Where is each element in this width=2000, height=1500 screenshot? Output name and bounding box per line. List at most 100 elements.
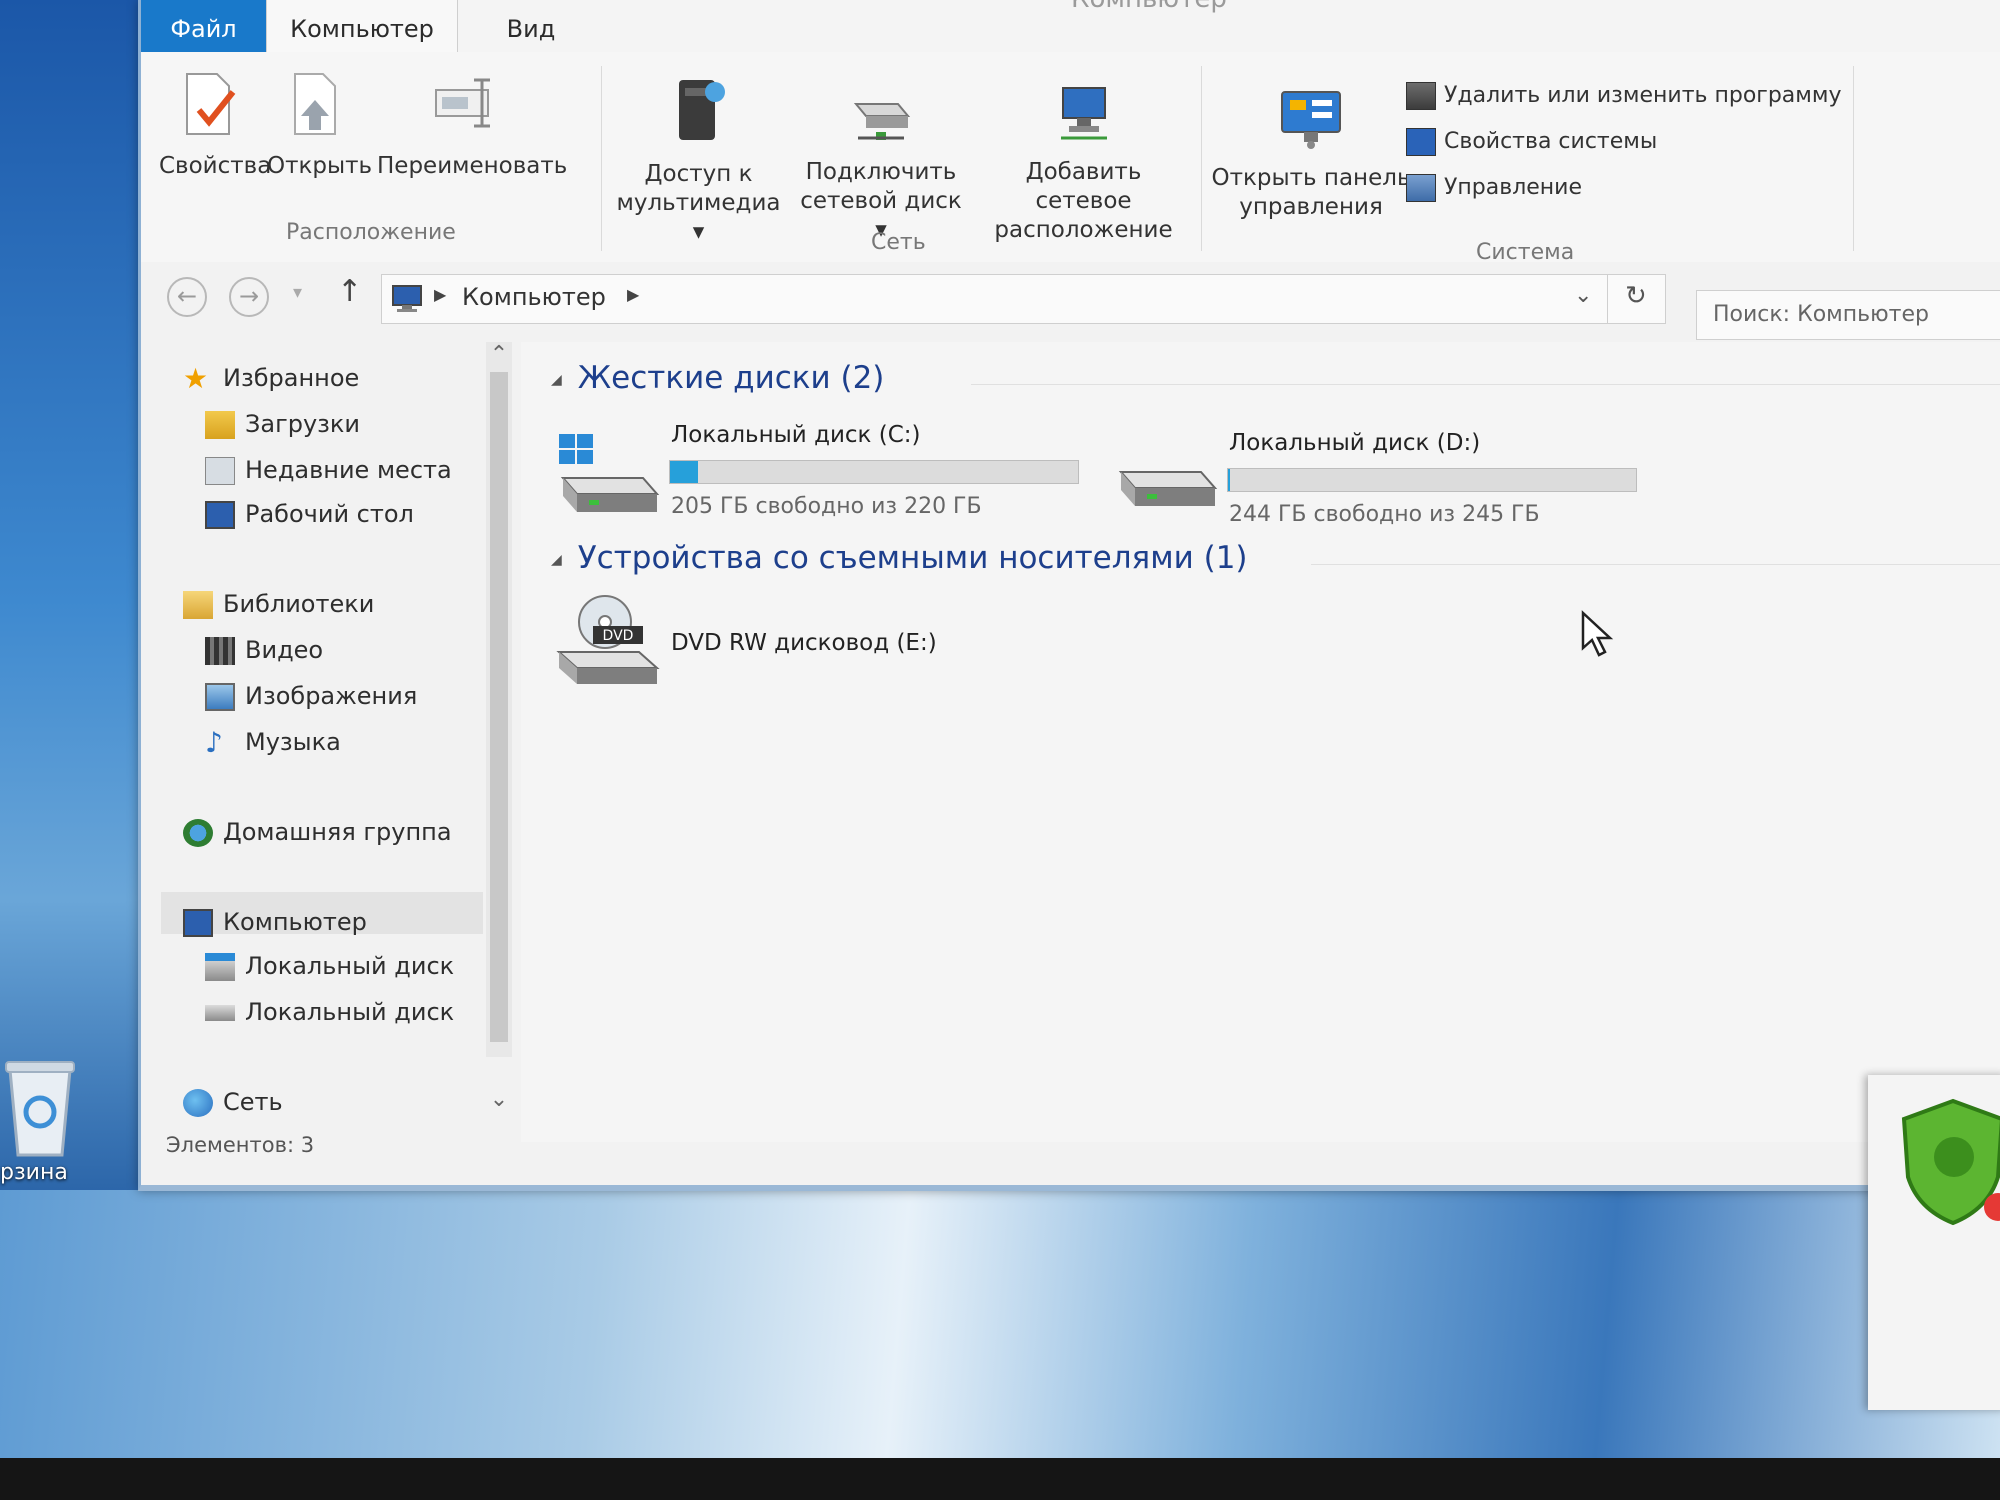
address-separator xyxy=(1607,275,1608,323)
forward-button[interactable]: → xyxy=(229,277,269,317)
collapse-triangle-icon: ◢ xyxy=(551,371,562,388)
system-properties-icon xyxy=(1406,128,1436,156)
system-properties-button[interactable]: Свойства системы xyxy=(1406,124,1657,160)
hard-drives-header[interactable]: ◢ Жесткие диски (2) xyxy=(551,360,884,396)
uninstall-program-label: Удалить или изменить программу xyxy=(1444,83,1842,108)
recycle-bin-icon[interactable] xyxy=(0,1050,80,1164)
rename-button[interactable]: Переименовать xyxy=(377,70,567,181)
uninstall-program-button[interactable]: Удалить или изменить программу xyxy=(1406,78,1842,114)
ribbon-separator xyxy=(601,66,602,251)
nav-local-disk-d[interactable]: Локальный диск xyxy=(205,994,485,1030)
monitor-bezel xyxy=(0,1458,2000,1500)
libraries-icon xyxy=(183,591,213,619)
add-location-label-1: Добавить сетевое xyxy=(1025,159,1142,214)
breadcrumb-separator-icon: ▶ xyxy=(434,285,447,304)
nav-libraries[interactable]: Библиотеки xyxy=(183,586,374,622)
open-icon xyxy=(293,73,336,135)
dvd-drive-e[interactable]: DVD DVD RW дисковод (E:) xyxy=(553,592,973,702)
programs-icon xyxy=(1406,82,1436,110)
open-button[interactable]: Открыть xyxy=(267,70,373,181)
rename-icon xyxy=(435,78,490,128)
address-box[interactable]: ▶ Компьютер ▶ ⌄ ↻ xyxy=(381,274,1666,324)
breadcrumb-chevron-icon[interactable]: ▶ xyxy=(627,285,639,304)
recent-locations-dropdown[interactable]: ▾ xyxy=(293,282,302,303)
mouse-cursor-icon xyxy=(1581,610,1614,657)
status-bar: Элементов: 3 xyxy=(141,1120,2000,1170)
content-pane: ◢ Жесткие диски (2) Локальный диск (C:) 2… xyxy=(521,342,2000,1142)
control-panel-label-1: Открыть панель xyxy=(1211,165,1411,191)
ribbon-tab-bar: Компьютер Файл Компьютер Вид xyxy=(141,0,2000,53)
refresh-icon[interactable]: ↻ xyxy=(1625,281,1647,311)
nav-scrollbar[interactable]: ⌃ xyxy=(486,342,512,1057)
add-network-location-button[interactable]: Добавить сетевое расположение xyxy=(976,82,1191,245)
tab-file[interactable]: Файл xyxy=(141,0,266,52)
removable-devices-header[interactable]: ◢ Устройства со съемными носителями (1) xyxy=(551,540,1248,576)
map-network-drive-button[interactable]: Подключить сетевой диск ▾ xyxy=(796,82,966,245)
nav-recent-places[interactable]: Недавние места xyxy=(205,452,452,488)
collapse-triangle-icon: ◢ xyxy=(551,551,562,568)
homegroup-icon xyxy=(183,819,213,847)
section-divider xyxy=(971,384,2000,385)
properties-button[interactable]: Свойства xyxy=(159,70,271,181)
open-control-panel-button[interactable]: Открыть панель управления xyxy=(1211,88,1411,222)
nav-local-disk-c[interactable]: Локальный диск xyxy=(205,948,485,984)
recycle-bin-label: рзина xyxy=(0,1160,68,1185)
tab-view[interactable]: Вид xyxy=(471,0,591,52)
media-access-button[interactable]: Доступ к мультимедиа ▾ xyxy=(611,74,786,247)
breadcrumb-computer[interactable]: Компьютер xyxy=(462,283,606,311)
recent-places-icon xyxy=(205,457,235,485)
network-drive-icon xyxy=(853,103,911,140)
media-server-icon xyxy=(678,80,725,140)
drive-c-usage-fill xyxy=(670,461,698,483)
control-panel-icon xyxy=(1281,91,1341,149)
scroll-thumb[interactable] xyxy=(490,372,508,1042)
nav-videos[interactable]: Видео xyxy=(205,632,323,668)
scroll-down-icon[interactable]: ⌄ xyxy=(486,1087,512,1112)
music-note-icon: ♪ xyxy=(205,726,223,759)
drive-c-name: Локальный диск (C:) xyxy=(671,422,921,448)
address-bar-row: ← → ▾ ↑ ▶ Компьютер ▶ ⌄ ↻ Поиск: Компьют… xyxy=(141,262,2000,342)
map-drive-label-1: Подключить xyxy=(805,159,957,185)
ribbon-separator xyxy=(1201,66,1202,251)
nav-downloads[interactable]: Загрузки xyxy=(205,406,360,442)
nav-music[interactable]: ♪ Музыка xyxy=(205,724,341,760)
nav-desktop[interactable]: Рабочий стол xyxy=(205,496,414,532)
navigation-pane: ★ Избранное Загрузки Недавние места Рабоч… xyxy=(141,342,521,1117)
drive-c-usage-bar xyxy=(669,460,1079,484)
network-group-label: Сеть xyxy=(871,230,926,255)
video-icon xyxy=(205,637,235,665)
nav-homegroup[interactable]: Домашняя группа xyxy=(183,814,483,850)
windows-drive-icon xyxy=(205,953,235,981)
hard-drive-icon xyxy=(205,1005,235,1021)
ribbon: Свойства Открыть Переименовать Расположе… xyxy=(141,52,2000,265)
media-access-label-1: Доступ к xyxy=(644,161,753,187)
open-label: Открыть xyxy=(267,153,373,179)
add-location-label-2: расположение xyxy=(994,217,1173,243)
nav-computer[interactable]: Компьютер xyxy=(183,904,367,940)
drive-c[interactable]: Локальный диск (C:) 205 ГБ свободно из 2… xyxy=(553,422,1093,532)
drive-d-free-space: 244 ГБ свободно из 245 ГБ xyxy=(1229,502,1540,527)
search-input[interactable]: Поиск: Компьютер xyxy=(1696,290,2000,340)
scroll-up-icon[interactable]: ⌃ xyxy=(486,342,512,367)
up-button[interactable]: ↑ xyxy=(337,274,362,309)
drive-d[interactable]: Локальный диск (D:) 244 ГБ свободно из 2… xyxy=(1111,430,1651,540)
drive-d-usage-fill xyxy=(1228,469,1230,491)
properties-icon xyxy=(186,73,236,135)
drive-d-name: Локальный диск (D:) xyxy=(1229,430,1481,456)
ribbon-separator xyxy=(1853,66,1854,251)
desktop-wallpaper-left xyxy=(0,0,140,1200)
computer-icon xyxy=(392,285,422,312)
window-title: Компьютер xyxy=(1071,0,1227,14)
nav-images[interactable]: Изображения xyxy=(205,678,417,714)
windows-drive-icon xyxy=(559,434,660,512)
back-button[interactable]: ← xyxy=(167,277,207,317)
manage-button[interactable]: Управление xyxy=(1406,170,1582,206)
tab-computer[interactable]: Компьютер xyxy=(266,0,458,53)
nav-favorites[interactable]: ★ Избранное xyxy=(183,360,359,396)
network-location-icon xyxy=(1060,87,1107,140)
address-dropdown-icon[interactable]: ⌄ xyxy=(1574,283,1592,308)
antivirus-shield-icon xyxy=(1901,1098,2000,1226)
antivirus-popup[interactable] xyxy=(1868,1075,2000,1410)
nav-network[interactable]: Сеть xyxy=(183,1084,283,1120)
dvd-badge-text: DVD xyxy=(603,628,634,644)
